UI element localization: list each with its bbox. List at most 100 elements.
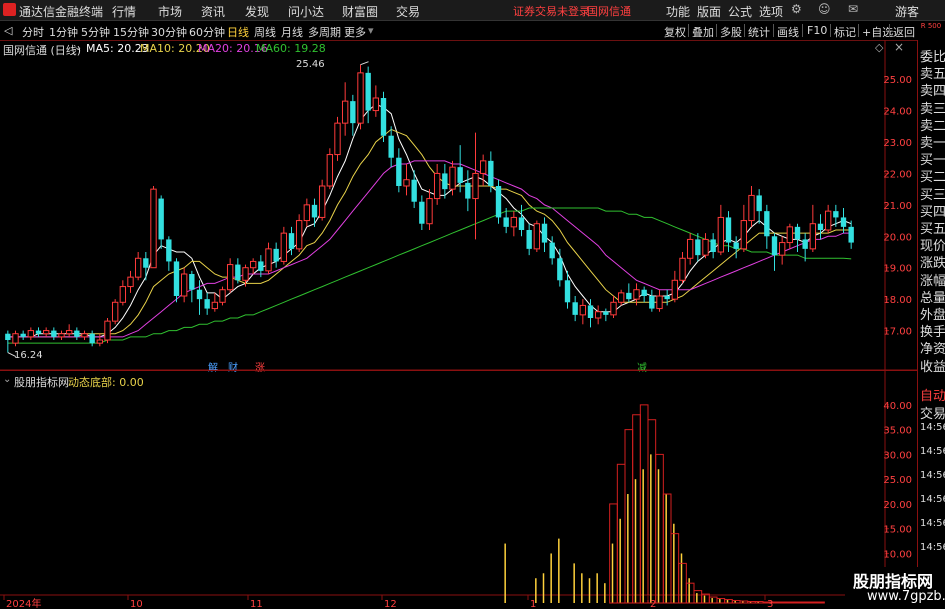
overlay-button[interactable]: 叠加 [692, 24, 714, 40]
candle-body [641, 289, 647, 296]
indicator-bar-red [693, 590, 703, 604]
mark-button[interactable]: 标记 [834, 24, 856, 40]
candle-body [426, 198, 433, 225]
y-tick-label: 19.00 [883, 264, 912, 275]
menu-xiaoda[interactable]: 问小达 [288, 3, 324, 20]
trade-label[interactable]: 交易 [920, 403, 945, 422]
trade-time: 14:56 [920, 518, 945, 529]
settings-icon[interactable]: ⚙ [791, 2, 802, 16]
menu-quotes[interactable]: 行情 [112, 3, 136, 20]
indicator-name: 股朋指标网 [14, 376, 69, 389]
indicator-bar-red [639, 404, 649, 604]
more-chevron-icon[interactable]: ▾ [368, 24, 374, 37]
quote-label: 卖五 [920, 67, 945, 83]
menu-formula[interactable]: 公式 [728, 3, 752, 20]
candle-body [695, 239, 701, 256]
candle-body [495, 186, 502, 218]
menu-options[interactable]: 选项 [759, 3, 783, 20]
period-weekly[interactable]: 周线 [254, 24, 276, 40]
indicator-bar-red [747, 601, 756, 604]
period-30min[interactable]: 30分钟 [151, 24, 187, 40]
guest-label[interactable]: 游客 [895, 3, 919, 20]
candle-body [840, 217, 847, 227]
candle-body [686, 238, 694, 259]
period-daily[interactable]: 日线 [227, 24, 249, 40]
candle-body [533, 223, 541, 250]
diamond-icon[interactable]: ◇ [875, 41, 883, 54]
candle-body [173, 261, 180, 296]
period-15min[interactable]: 15分钟 [113, 24, 149, 40]
candle-body [664, 296, 670, 300]
indicator-bar-red [739, 600, 749, 604]
candle-body [134, 257, 142, 278]
stock-name-status: 国网信通 [587, 5, 631, 18]
toolbar-separator [773, 24, 774, 37]
candle-body [65, 330, 73, 335]
candle-body [526, 230, 532, 249]
f10-button[interactable]: F10 [807, 24, 827, 37]
menu-market[interactable]: 市场 [158, 3, 182, 20]
candle-body [27, 330, 35, 338]
candle-body [419, 201, 425, 224]
y-tick-label: 20.00 [883, 232, 912, 243]
y-tick-label: 21.00 [883, 201, 912, 212]
trade-label[interactable]: 自动 [920, 385, 945, 404]
x-tick-label: 3 [767, 599, 773, 609]
multi-stock-button[interactable]: 多股 [720, 24, 742, 40]
indicator-toggle-icon[interactable]: ⌄ [3, 374, 11, 385]
x-tick-label: 1 [530, 599, 536, 609]
candle-body [740, 220, 748, 250]
candle-body [104, 320, 111, 341]
period-intraday[interactable]: 分时 [22, 24, 44, 40]
kline-chart[interactable]: 25.00 24.00 23.00 22.00 21.00 20.00 19.00 18.00… [0, 40, 917, 609]
period-60min[interactable]: 60分钟 [189, 24, 225, 40]
draw-line-button[interactable]: 画线 [777, 24, 799, 40]
candle-body [265, 248, 272, 272]
y-tick-label: 17.00 [883, 327, 912, 338]
candle-body [587, 305, 594, 318]
menu-discover[interactable]: 发现 [245, 3, 269, 20]
candle-body [42, 330, 50, 335]
candle-body [756, 195, 762, 212]
low-price-label: 16.24 [14, 350, 43, 361]
candle-body [303, 204, 311, 222]
candle-body [479, 160, 487, 174]
period-1min[interactable]: 1分钟 [49, 24, 78, 40]
menu-news[interactable]: 资讯 [201, 3, 225, 20]
candle-body [143, 258, 149, 268]
quote-label: 现价 [920, 239, 945, 255]
indicator-bar-red [754, 601, 764, 604]
return-button[interactable]: 返回 [893, 24, 915, 40]
ind-y-tick-label: 20.00 [883, 500, 912, 511]
statistics-button[interactable]: 统计 [748, 24, 770, 40]
period-monthly[interactable]: 月线 [281, 24, 303, 40]
close-icon[interactable]: × [894, 40, 904, 54]
candle-body [111, 301, 119, 322]
adjust-button[interactable]: 复权 [664, 24, 686, 40]
candle-body [656, 295, 663, 310]
menu-layout[interactable]: 版面 [697, 3, 721, 20]
candle-body [219, 289, 226, 303]
quote-label: 买四 [920, 204, 945, 220]
quote-label: 买二 [920, 170, 945, 186]
candle-body [679, 257, 686, 281]
candle-body [74, 330, 80, 337]
quote-label: 总量 [920, 290, 945, 306]
quote-label: 卖四 [920, 84, 945, 100]
period-multi[interactable]: 多周期 [308, 24, 341, 40]
menu-wealth-circle[interactable]: 财富圈 [342, 3, 378, 20]
menu-trade[interactable]: 交易 [396, 3, 420, 20]
trade-time: 14:56 [920, 446, 945, 457]
ma-toggle-icon[interactable]: ⌄ [74, 42, 82, 53]
menu-function[interactable]: 功能 [666, 3, 690, 20]
back-icon[interactable]: ◁ [4, 24, 12, 37]
user-icon[interactable]: ☺ [818, 2, 831, 16]
candle-body [824, 210, 832, 231]
period-5min[interactable]: 5分钟 [81, 24, 110, 40]
stock-title: 国网信通 (日线) [3, 44, 82, 57]
trade-login-status: 证券交易未登录 [513, 5, 590, 18]
toolbar-separator [830, 24, 831, 37]
candle-body [166, 239, 172, 262]
period-more[interactable]: 更多 [344, 24, 366, 40]
message-icon[interactable]: ✉ [848, 2, 858, 16]
